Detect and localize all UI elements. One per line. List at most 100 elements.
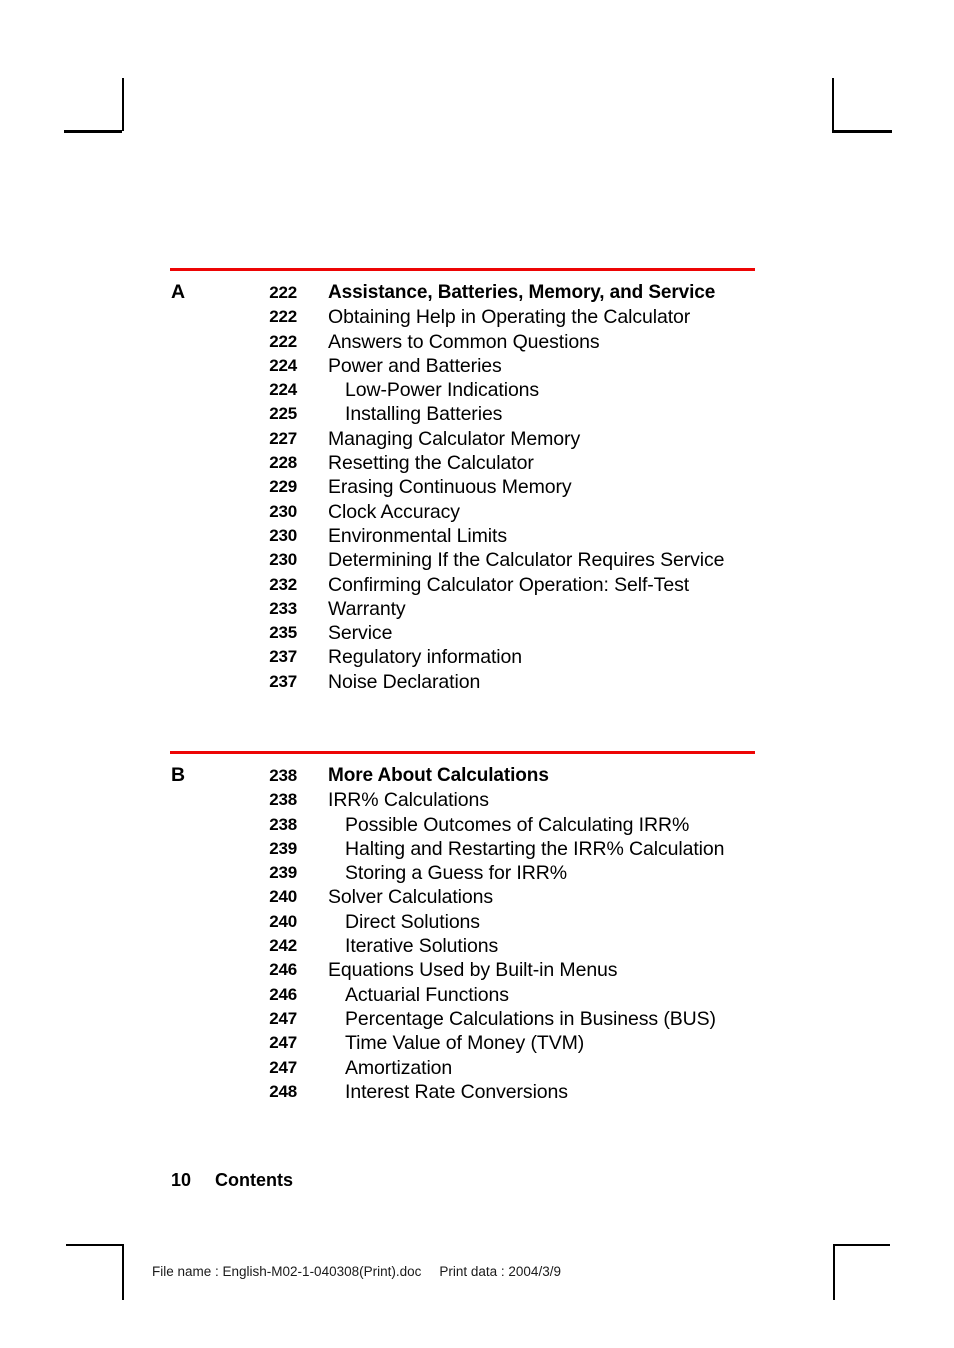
toc-entry-title: Clock Accuracy xyxy=(328,500,460,523)
toc-entry-title: Confirming Calculator Operation: Self-Te… xyxy=(328,573,690,596)
toc-entry-page-number: 225 xyxy=(269,404,297,424)
toc-entry[interactable]: 239 Storing a Guess for IRR% xyxy=(0,861,954,885)
toc-entry-title: Possible Outcomes of Calculating IRR% xyxy=(345,813,690,836)
toc-entry-page-number: 230 xyxy=(269,525,297,545)
toc-entry-title: Amortization xyxy=(345,1056,453,1079)
toc-entry[interactable]: 238 More About Calculations xyxy=(0,764,954,788)
toc-entry-title: Low-Power Indications xyxy=(345,379,540,402)
toc-entry[interactable]: 235 Service xyxy=(0,621,954,645)
crop-mark-top-left xyxy=(64,78,124,133)
toc-entry-page-number: 238 xyxy=(269,766,297,785)
toc-entry-page-number: 242 xyxy=(269,936,297,956)
toc-entry-title: IRR% Calculations xyxy=(328,789,489,812)
section-rule xyxy=(170,268,755,271)
file-name-stamp: File name : English-M02-1-040308(Print).… xyxy=(152,1264,422,1279)
print-date-stamp: Print data : 2004/3/9 xyxy=(439,1264,561,1279)
toc-entry[interactable]: 247 Time Value of Money (TVM) xyxy=(0,1031,954,1055)
toc-entry[interactable]: 240 Direct Solutions xyxy=(0,910,954,934)
toc-entry[interactable]: 247 Amortization xyxy=(0,1056,954,1080)
toc-entry[interactable]: 224 Power and Batteries xyxy=(0,354,954,378)
toc-entry-title: More About Calculations xyxy=(328,765,549,786)
toc-entry-page-number: 222 xyxy=(269,331,297,351)
toc-entry-title: Interest Rate Conversions xyxy=(345,1080,568,1103)
toc-entry[interactable]: 227 Managing Calculator Memory xyxy=(0,427,954,451)
toc-entry-title: Assistance, Batteries, Memory, and Servi… xyxy=(328,282,716,303)
toc-entry[interactable]: 248 Interest Rate Conversions xyxy=(0,1080,954,1104)
toc-entry-title: Warranty xyxy=(328,597,406,620)
toc-entry-page-number: 228 xyxy=(269,453,297,473)
toc-entry-page-number: 227 xyxy=(269,428,297,448)
toc-entry[interactable]: 232 Confirming Calculator Operation: Self… xyxy=(0,573,954,597)
toc-entry-page-number: 240 xyxy=(269,887,297,907)
toc-entry[interactable]: 230 Clock Accuracy xyxy=(0,500,954,524)
toc-entry-title: Service xyxy=(328,622,393,645)
crop-mark-horizontal xyxy=(66,1244,123,1246)
toc-entry-page-number: 246 xyxy=(269,984,297,1004)
toc-entry[interactable]: 246 Actuarial Functions xyxy=(0,983,954,1007)
page-number: 10 xyxy=(171,1170,192,1190)
toc-entry[interactable]: 230 Determining If the Calculator Require… xyxy=(0,548,954,572)
toc-entry[interactable]: 239 Halting and Restarting the IRR% Calcu… xyxy=(0,837,954,861)
toc-entry-page-number: 248 xyxy=(269,1081,297,1101)
toc-entry-page-number: 237 xyxy=(269,647,297,667)
toc-entry-title: Regulatory information xyxy=(328,646,522,669)
toc-entry-page-number: 247 xyxy=(269,1033,297,1053)
section-rule xyxy=(170,751,755,754)
toc-entry[interactable]: 240 Solver Calculations xyxy=(0,885,954,909)
crop-mark-horizontal xyxy=(64,130,122,133)
toc-entry-page-number: 238 xyxy=(269,814,297,834)
crop-mark-vertical xyxy=(122,1244,124,1300)
crop-mark-horizontal xyxy=(832,130,892,133)
toc-entry-page-number: 233 xyxy=(269,598,297,618)
toc-entry-page-number: 237 xyxy=(269,671,297,691)
toc-entry[interactable]: 224 Low-Power Indications xyxy=(0,378,954,402)
toc-entry-title: Solver Calculations xyxy=(328,886,494,909)
toc-entry[interactable]: 246 Equations Used by Built-in Menus xyxy=(0,958,954,982)
toc-entry-page-number: 247 xyxy=(269,1057,297,1077)
toc-entry-title: Environmental Limits xyxy=(328,524,507,547)
toc-entry-page-number: 239 xyxy=(269,863,297,883)
toc-entry[interactable]: 222 Answers to Common Questions xyxy=(0,330,954,354)
toc-entry-page-number: 235 xyxy=(269,623,297,643)
toc-entry[interactable]: 237 Noise Declaration xyxy=(0,670,954,694)
toc-entry-title: Obtaining Help in Operating the Calculat… xyxy=(328,306,691,329)
toc-entry-title: Direct Solutions xyxy=(345,910,480,933)
toc-entry-page-number: 224 xyxy=(269,380,297,400)
print-production-stamp: File name : English-M02-1-040308(Print).… xyxy=(152,1264,561,1279)
toc-entry[interactable]: 247 Percentage Calculations in Business (… xyxy=(0,1007,954,1031)
toc-entry[interactable]: 237 Regulatory information xyxy=(0,645,954,669)
page-footer: 10 Contents xyxy=(171,1170,293,1191)
crop-mark-vertical xyxy=(832,78,835,131)
toc-entry-title: Time Value of Money (TVM) xyxy=(345,1032,585,1055)
toc-entry[interactable]: 233 Warranty xyxy=(0,597,954,621)
toc-entry[interactable]: 225 Installing Batteries xyxy=(0,402,954,426)
toc-entry[interactable]: 222 Assistance, Batteries, Memory, and Se… xyxy=(0,281,954,305)
toc-entry[interactable]: 238 IRR% Calculations xyxy=(0,788,954,812)
toc-entry-page-number: 222 xyxy=(269,283,297,302)
crop-mark-horizontal xyxy=(833,1244,890,1246)
toc-entry-page-number: 240 xyxy=(269,911,297,931)
toc-entry[interactable]: 230 Environmental Limits xyxy=(0,524,954,548)
toc-entry-title: Resetting the Calculator xyxy=(328,452,534,475)
crop-mark-bottom-left xyxy=(66,1244,124,1301)
toc-entry[interactable]: 242 Iterative Solutions xyxy=(0,934,954,958)
footer-label: Contents xyxy=(215,1170,294,1190)
toc-entry-title: Equations Used by Built-in Menus xyxy=(328,959,618,982)
toc-entry-title: Installing Batteries xyxy=(345,403,503,426)
toc-entry-title: Actuarial Functions xyxy=(345,983,509,1006)
toc-entry[interactable]: 228 Resetting the Calculator xyxy=(0,451,954,475)
toc-entry-list: 222 Assistance, Batteries, Memory, and Se… xyxy=(0,281,954,694)
toc-entry[interactable]: 222 Obtaining Help in Operating the Calcu… xyxy=(0,305,954,329)
crop-mark-vertical xyxy=(121,78,124,131)
toc-entry-title: Erasing Continuous Memory xyxy=(328,476,572,499)
crop-mark-vertical xyxy=(833,1244,836,1300)
toc-entry[interactable]: 229 Erasing Continuous Memory xyxy=(0,475,954,499)
crop-mark-bottom-right xyxy=(833,1244,891,1301)
toc-entry-title: Determining If the Calculator Requires S… xyxy=(328,549,725,572)
toc-entry-title: Iterative Solutions xyxy=(345,935,499,958)
toc-entry-page-number: 230 xyxy=(269,550,297,570)
toc-entry-page-number: 222 xyxy=(269,307,297,327)
toc-entry-title: Noise Declaration xyxy=(328,670,481,693)
toc-entry[interactable]: 238 Possible Outcomes of Calculating IRR% xyxy=(0,813,954,837)
toc-entry-title: Answers to Common Questions xyxy=(328,330,600,353)
